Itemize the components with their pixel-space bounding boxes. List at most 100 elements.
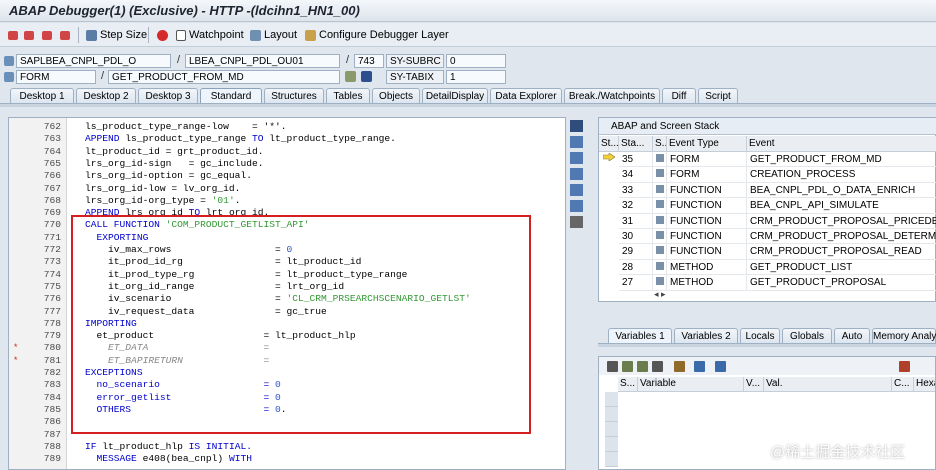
stack-scroll-arrows[interactable]: ◂ ▸ (654, 289, 666, 300)
tab-memory-analysis[interactable]: Memory Analy (872, 328, 936, 344)
code-line: 771 EXPORTING (9, 232, 565, 244)
single-step-icon (8, 31, 18, 40)
tab-objects[interactable]: Objects (372, 88, 420, 104)
tabix-value[interactable]: 1 (446, 70, 506, 84)
program-field[interactable]: SAPLBEA_CNPL_PDL_O (16, 54, 171, 68)
continue-button[interactable] (60, 27, 70, 43)
comment-marker: * (13, 343, 19, 354)
insert-icon[interactable] (622, 361, 633, 372)
tab-locals[interactable]: Locals (740, 328, 780, 344)
variables-header[interactable]: Hexade (914, 377, 935, 392)
code-token: ls_product_type_range (119, 133, 252, 145)
variables-header[interactable]: V... (744, 377, 764, 392)
stack-event: CRM_PRODUCT_PROPOSAL_DETERMINE (747, 229, 936, 245)
window-title: ABAP Debugger(1) (Exclusive) - HTTP -(ld… (0, 0, 936, 22)
stack-header[interactable]: Sta... (619, 136, 653, 152)
tab-desktop-2[interactable]: Desktop 2 (76, 88, 136, 104)
code-text: it_org_id_range = lrt_org_id (85, 280, 345, 292)
grid-icon[interactable] (345, 71, 356, 82)
swap-icon[interactable] (570, 168, 583, 180)
append-icon[interactable] (637, 361, 648, 372)
watermark: @稀土掘金技术社区 (770, 444, 906, 461)
stack-event: GET_PRODUCT_LIST (747, 260, 936, 276)
code-comment: ET_DATA = (85, 342, 270, 354)
hierarchy-icon[interactable] (674, 361, 685, 372)
stack-type-icon (653, 229, 667, 245)
split-icon[interactable] (570, 184, 583, 196)
table-icon[interactable] (652, 361, 663, 372)
variables-header[interactable]: S... (618, 377, 638, 392)
layout-button[interactable]: Layout (250, 27, 297, 43)
code-keyword: EXPORTING (85, 231, 149, 243)
delete-icon[interactable] (607, 361, 618, 372)
event-name-field[interactable]: GET_PRODUCT_FROM_MD (108, 70, 340, 84)
code-text: lrs_org_id-org_type = '01'. (85, 195, 240, 207)
row-selector[interactable] (605, 392, 618, 407)
save-icon[interactable] (899, 361, 910, 372)
table-icon[interactable] (570, 200, 583, 212)
step-size-button[interactable]: Step Size (86, 27, 147, 43)
stack-level: 30 (619, 229, 653, 245)
stop-button[interactable] (157, 27, 168, 43)
code-token: lrs_org_id (119, 207, 189, 219)
event-icon (4, 72, 14, 82)
tab-variables-1[interactable]: Variables 1 (608, 328, 672, 344)
function-icon (656, 184, 664, 193)
line-field[interactable]: 743 (354, 54, 384, 68)
watchpoint-label: Watchpoint (189, 29, 244, 41)
tab-tables[interactable]: Tables (326, 88, 370, 104)
tab-desktop-3[interactable]: Desktop 3 (138, 88, 198, 104)
stack-event: CRM_PRODUCT_PROPOSAL_READ (747, 244, 936, 260)
tab-desktop-1[interactable]: Desktop 1 (10, 88, 74, 104)
stack-event-type: METHOD (667, 275, 747, 291)
variables-header[interactable]: C... (892, 377, 914, 392)
row-selector[interactable] (605, 437, 618, 452)
copy-icon[interactable] (570, 152, 583, 164)
code-keyword: error_getlist = (85, 391, 275, 403)
line-number: 777 (43, 305, 61, 317)
code-line: 762 ls_product_type_range-low = '*'. (9, 121, 565, 133)
configure-layer-button[interactable]: Configure Debugger Layer (305, 27, 449, 43)
variables-header[interactable]: Val. (764, 377, 892, 392)
watchpoint-button[interactable]: Watchpoint (176, 27, 244, 43)
line-number: 787 (43, 428, 61, 440)
source-code-panel[interactable]: 762 ls_product_type_range-low = '*'. 763 A… (8, 117, 566, 470)
method-icon (656, 277, 664, 286)
include-field[interactable]: LBEA_CNPL_PDL_OU01 (185, 54, 340, 68)
tab-auto[interactable]: Auto (834, 328, 870, 344)
tab-script[interactable]: Script (698, 88, 738, 104)
line-number: 771 (43, 231, 61, 243)
stack-header[interactable]: S... (653, 136, 667, 152)
tab-variables-2[interactable]: Variables 2 (674, 328, 738, 344)
return-button[interactable] (42, 27, 52, 43)
stack-header[interactable]: St... (599, 136, 619, 152)
fullscreen-icon[interactable] (570, 136, 583, 148)
subrc-value[interactable]: 0 (446, 54, 506, 68)
execute-button[interactable] (24, 27, 34, 43)
row-selector[interactable] (605, 422, 618, 437)
close-icon[interactable] (570, 120, 583, 132)
navigate-icon[interactable] (715, 361, 726, 372)
change-icon[interactable] (694, 361, 705, 372)
variables-header[interactable]: Variable (638, 377, 744, 392)
line-number: 773 (43, 256, 61, 268)
stack-header[interactable]: Event Type (667, 136, 747, 152)
tab-data-explorer[interactable]: Data Explorer (490, 88, 562, 104)
row-selector[interactable] (605, 452, 618, 467)
tab-diff[interactable]: Diff (662, 88, 696, 104)
layout-label: Layout (264, 29, 298, 41)
single-step-button[interactable] (8, 27, 18, 43)
tab-structures[interactable]: Structures (264, 88, 324, 104)
row-selector[interactable] (605, 407, 618, 422)
tab-globals[interactable]: Globals (782, 328, 832, 344)
info-icon[interactable] (361, 71, 372, 82)
code-line: 770 CALL FUNCTION 'COM_PRODUCT_GETLIST_AP… (9, 219, 565, 231)
tab-break-watchpoints[interactable]: Break./Watchpoints (564, 88, 660, 104)
code-text: CALL FUNCTION 'COM_PRODUCT_GETLIST_API' (85, 219, 310, 231)
stack-header[interactable]: Event (747, 136, 936, 152)
code-text: OTHERS = 0. (85, 404, 287, 416)
settings-icon[interactable] (570, 216, 583, 228)
line-number: 779 (43, 330, 61, 342)
event-type-field[interactable]: FORM (16, 70, 96, 84)
tab-detail-display[interactable]: DetailDisplay (422, 88, 488, 104)
